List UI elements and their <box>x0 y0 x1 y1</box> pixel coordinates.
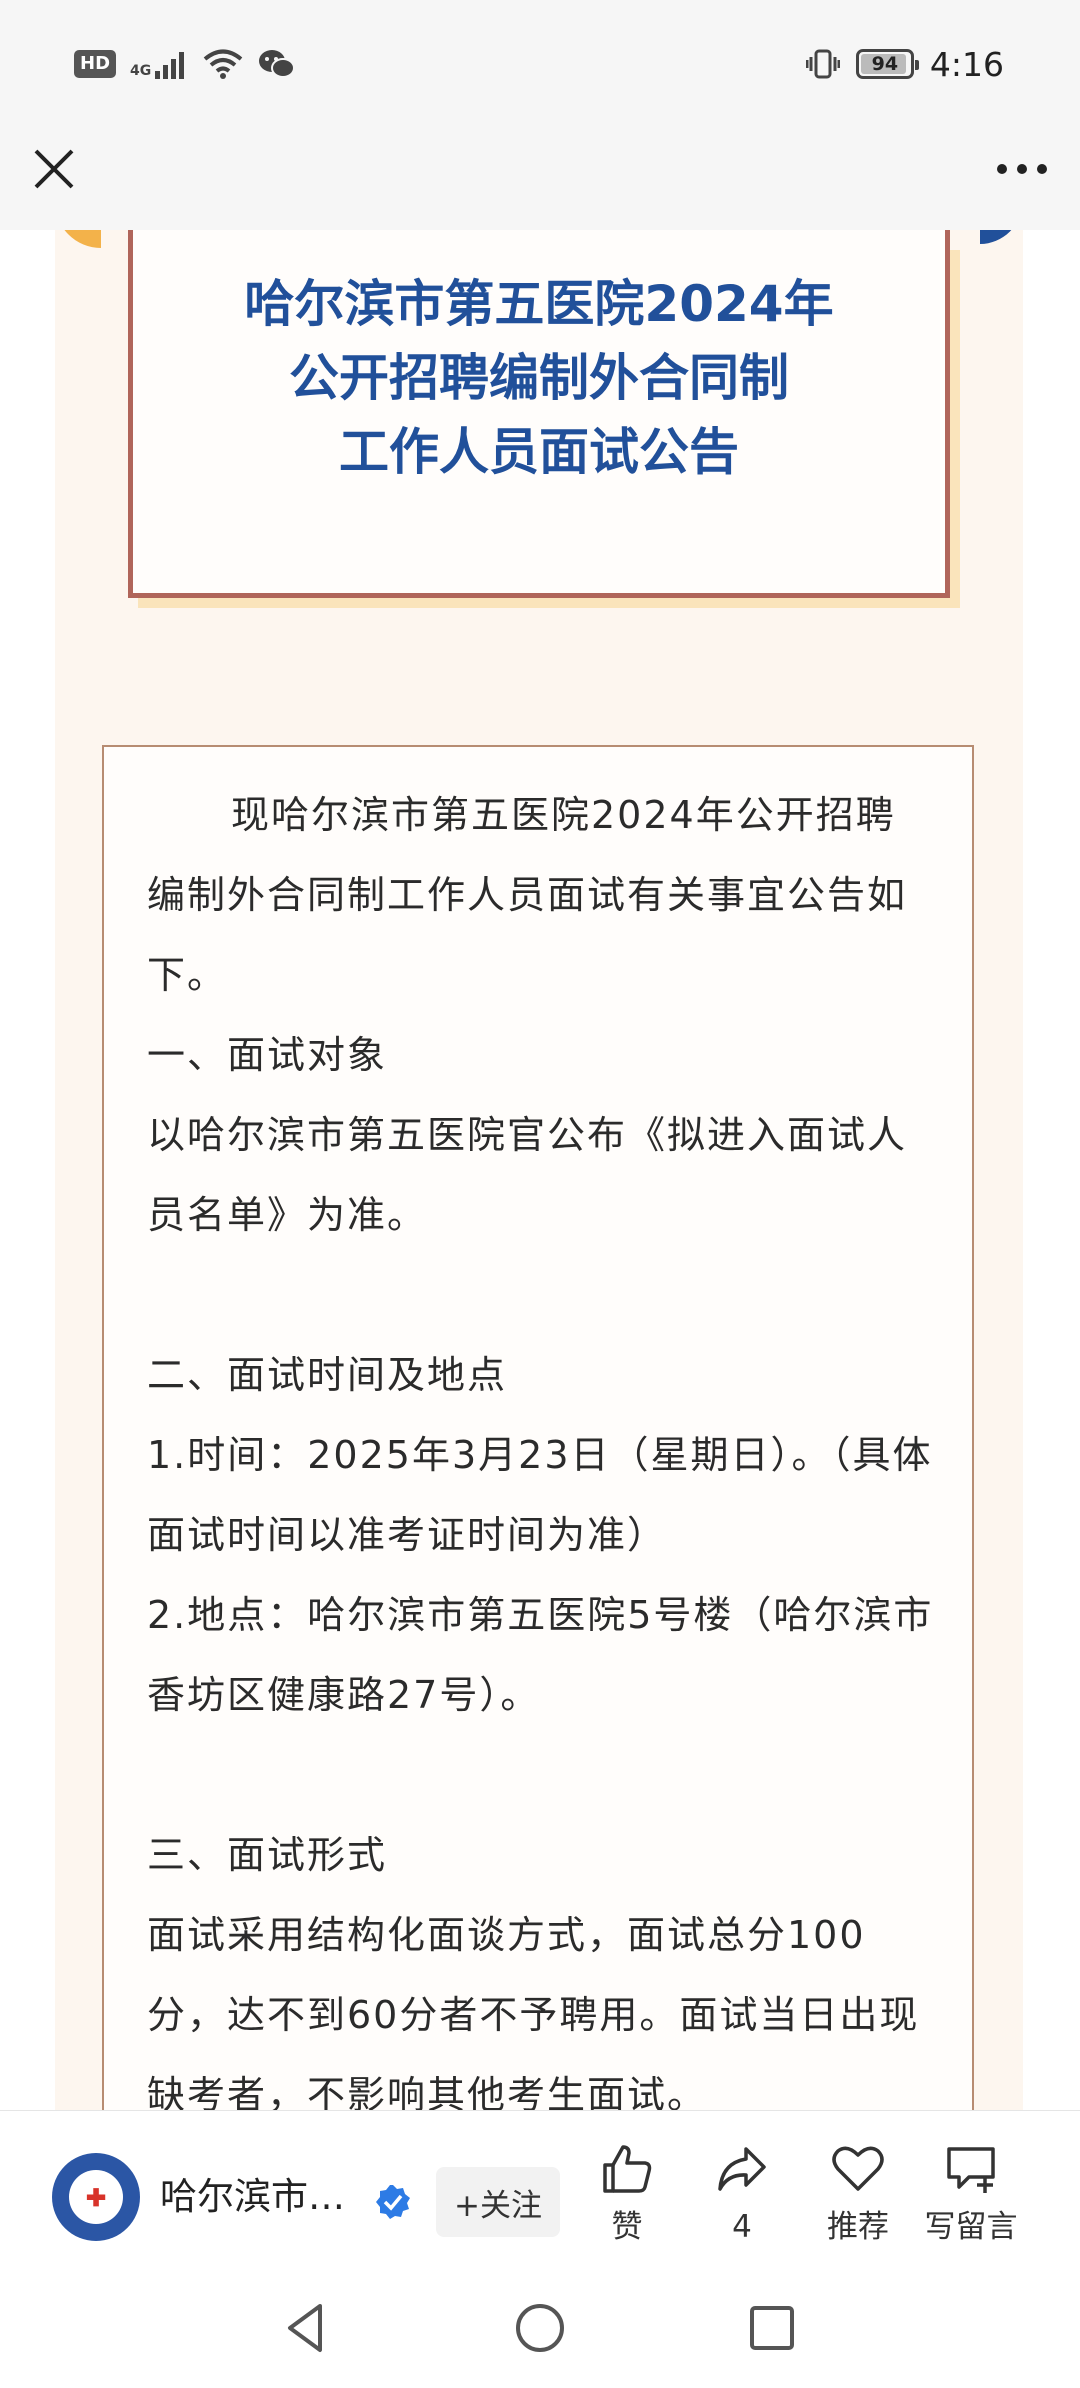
paragraph: 以哈尔滨市第五医院官公布《拟进入面试人员名单》为准。 <box>147 1113 908 1237</box>
battery-icon: 94 <box>855 49 919 79</box>
recents-icon[interactable] <box>740 2296 804 2360</box>
home-icon[interactable] <box>508 2296 572 2360</box>
paragraph: 1.时间：2025年3月23日（星期日）。（具体面试时间以准考证时间为准） <box>147 1433 933 1557</box>
write-comment-icon <box>947 2147 995 2193</box>
recommend-button[interactable]: 推荐 <box>803 2141 913 2261</box>
more-icon[interactable] <box>990 143 1054 195</box>
account-avatar[interactable]: ✚ <box>52 2153 140 2241</box>
article-body-box: 现哈尔滨市第五医院2024年公开招聘编制外合同制工作人员面试有关事宜公告如下。 … <box>102 745 974 2110</box>
status-right: 94 4:16 <box>805 44 1004 84</box>
paragraph: 面试采用结构化面谈方式，面试总分100分，达不到60分者不予聘用。面试当日出现缺… <box>147 1913 920 2110</box>
share-button[interactable]: 4 <box>687 2141 797 2261</box>
hospital-logo-icon: ✚ <box>85 2182 107 2212</box>
back-icon[interactable] <box>276 2296 340 2360</box>
intro-paragraph: 现哈尔滨市第五医院2024年公开招聘编制外合同制工作人员面试有关事宜公告如下。 <box>147 793 908 997</box>
battery-level: 94 <box>871 53 899 75</box>
comment-label: 写留言 <box>924 2209 1018 2245</box>
comment-button[interactable]: 写留言 <box>916 2141 1026 2261</box>
title-line: 哈尔滨市第五医院2024年 <box>244 275 834 333</box>
avatar-logo: ✚ <box>69 2170 123 2224</box>
like-label: 赞 <box>611 2209 643 2245</box>
bottom-action-bar: ✚ 哈尔滨市… +关注 赞 4 推荐 写留言 <box>0 2110 1080 2271</box>
title-line: 工作人员面试公告 <box>339 423 739 481</box>
wifi-icon <box>203 49 243 79</box>
thumbs-up-icon <box>603 2145 652 2193</box>
account-name[interactable]: 哈尔滨市… <box>160 2174 370 2220</box>
article-title: 哈尔滨市第五医院2024年 公开招聘编制外合同制 工作人员面试公告 <box>133 267 945 489</box>
section-heading: 三、面试形式 <box>147 1833 388 1877</box>
follow-button[interactable]: +关注 <box>436 2167 560 2237</box>
recommend-label: 推荐 <box>827 2209 889 2245</box>
paragraph: 2.地点：哈尔滨市第五医院5号楼（哈尔滨市香坊区健康路27号）。 <box>147 1593 934 1717</box>
clock: 4:16 <box>929 44 1004 84</box>
vibrate-icon <box>805 49 840 79</box>
share-icon <box>718 2147 766 2191</box>
system-nav-bar <box>0 2270 1080 2388</box>
status-left: HD 4G <box>74 44 296 84</box>
section-heading: 一、面试对象 <box>147 1033 388 1077</box>
article-content[interactable]: 哈尔滨市第五医院2024年 公开招聘编制外合同制 工作人员面试公告 现哈尔滨市第… <box>0 230 1080 2110</box>
article-title-box: 哈尔滨市第五医院2024年 公开招聘编制外合同制 工作人员面试公告 <box>128 230 950 598</box>
network-label: 4G <box>130 63 152 79</box>
section-heading: 二、面试时间及地点 <box>147 1353 508 1397</box>
hd-badge: HD <box>74 50 117 78</box>
share-count: 4 <box>732 2209 752 2245</box>
heart-icon <box>832 2146 884 2191</box>
wechat-icon <box>259 50 296 78</box>
title-line: 公开招聘编制外合同制 <box>289 349 789 407</box>
close-icon[interactable] <box>28 143 80 195</box>
status-bar: HD 4G 94 4:16 <box>0 0 1080 120</box>
signal-icon: 4G <box>130 49 189 79</box>
signal-bars <box>155 52 185 79</box>
verified-badge-icon <box>376 2185 410 2219</box>
like-button[interactable]: 赞 <box>572 2141 682 2261</box>
article-body: 现哈尔滨市第五医院2024年公开招聘编制外合同制工作人员面试有关事宜公告如下。 … <box>147 775 935 2110</box>
title-bar <box>0 120 1080 230</box>
